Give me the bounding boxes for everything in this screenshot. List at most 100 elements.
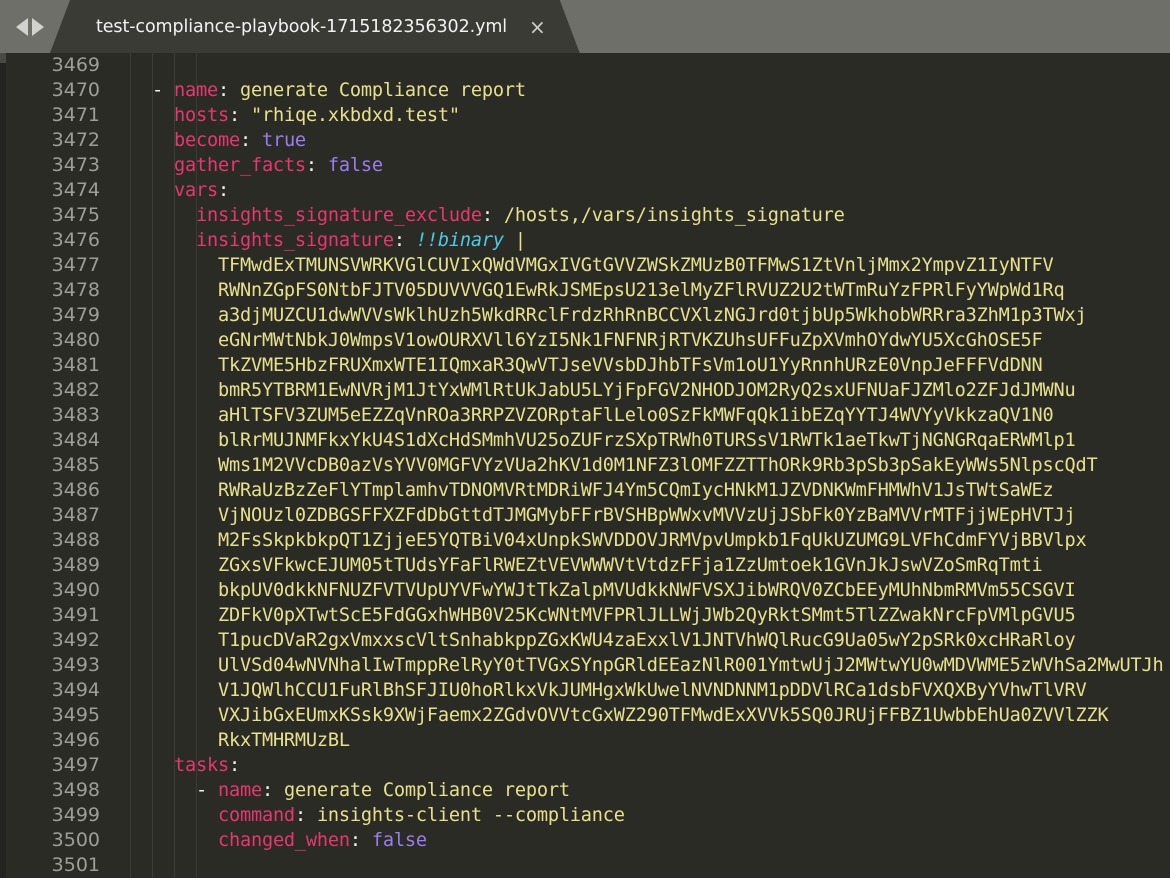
editor-tab[interactable]: test-compliance-playbook-1715182356302.y… — [50, 0, 580, 53]
code-line: 3490 bkpUV0dkkNFNUZFVTVUpUYVFwYWJtTkZalp… — [6, 578, 1170, 603]
line-content: gather_facts: false — [100, 153, 383, 178]
line-number: 3488 — [51, 529, 100, 551]
code-line: 3501 — [6, 853, 1170, 878]
close-icon[interactable]: × — [529, 17, 546, 37]
code-line-list: 3469 3470 - name: generate Compliance rep… — [6, 53, 1170, 878]
line-number: 3489 — [51, 554, 100, 576]
code-token: false — [327, 155, 383, 176]
line-content: - name: generate Compliance report — [100, 78, 526, 103]
code-line: 3469 — [6, 53, 1170, 78]
code-line: 3473 gather_facts: false — [6, 153, 1170, 178]
line-number: 3481 — [51, 354, 100, 376]
line-content: ZGxsVFkwcEJUM05tTUdsYFaFlRWEZtVEVWWWVtVt… — [100, 553, 1043, 578]
code-token: | — [514, 230, 526, 251]
code-line: 3483 aHlTSFV3ZUM5eEZZqVnROa3RRPZVZORptaF… — [6, 403, 1170, 428]
code-token: : — [217, 80, 240, 101]
line-number: 3473 — [51, 154, 100, 176]
line-content: bmR5YTBRM1EwNVRjM1JtYxWMlRtUkJabU5LYjFpF… — [100, 378, 1076, 403]
line-number: 3482 — [51, 379, 100, 401]
code-token: - — [130, 780, 218, 801]
code-line: 3472 become: true — [6, 128, 1170, 153]
line-number: 3479 — [51, 304, 100, 326]
code-content[interactable]: 3469 3470 - name: generate Compliance rep… — [6, 53, 1170, 878]
line-number: 3494 — [51, 679, 100, 701]
line-content: bkpUV0dkkNFNUZFVTVUpUYVFwYWJtTkZalpMVUdk… — [100, 578, 1076, 603]
code-line: 3479 a3djMUZCU1dwWVVsWklhUzh5WkdRRclFrdz… — [6, 303, 1170, 328]
code-token: eGNrMWtNbkJ0WmpsV1owOURXVll6YzI5Nk1FNFNR… — [217, 330, 1043, 351]
code-line: 3471 hosts: "rhiqe.xkbdxd.test" — [6, 103, 1170, 128]
line-number: 3478 — [51, 279, 100, 301]
nav-back-icon[interactable] — [16, 17, 28, 36]
line-number: 3501 — [51, 854, 100, 876]
line-number: 3486 — [51, 479, 100, 501]
line-number: 3476 — [51, 229, 100, 251]
code-line: 3484 blRrMUJNMFkxYkU4S1dXcHdSMmhVU25oZUF… — [6, 428, 1170, 453]
line-content: RWRaUzBzZeFlYTmplamhvTDNOMVRtMDRiWFJ4Ym5… — [100, 478, 1054, 503]
code-token: vars — [173, 180, 218, 201]
code-token: : — [217, 180, 229, 201]
code-token: VjNOUzl0ZDBGSFFXZFdDbGttdTJMGMybFFrBVSHB… — [217, 505, 1076, 526]
line-content: aHlTSFV3ZUM5eEZZqVnROa3RRPZVZORptaFlLelo… — [100, 403, 1054, 428]
code-token: : — [261, 780, 284, 801]
code-editor[interactable]: 3469 3470 - name: generate Compliance rep… — [0, 53, 1170, 878]
line-number: 3469 — [51, 54, 100, 76]
code-token: : — [294, 805, 317, 826]
code-token: hosts — [173, 105, 229, 126]
code-token: RWRaUzBzZeFlYTmplamhvTDNOMVRtMDRiWFJ4Ym5… — [217, 480, 1054, 501]
code-token: Wms1M2VVcDB0azVsYVV0MGFVYzVUa2hKV1d0M1NF… — [217, 455, 1098, 476]
line-content: insights_signature: !!binary | — [100, 228, 526, 253]
line-number: 3472 — [51, 129, 100, 151]
line-content: tasks: — [100, 753, 240, 778]
code-line: 3486 RWRaUzBzZeFlYTmplamhvTDNOMVRtMDRiWF… — [6, 478, 1170, 503]
line-content: become: true — [100, 128, 306, 153]
line-content: hosts: "rhiqe.xkbdxd.test" — [100, 103, 460, 128]
code-token: insights_signature — [195, 230, 394, 251]
line-content: VXJibGxEUmxKSsk9XWjFaemx2ZGdvOVVtcGxWZ29… — [100, 703, 1109, 728]
code-line: 3498 - name: generate Compliance report — [6, 778, 1170, 803]
line-content: a3djMUZCU1dwWVVsWklhUzh5WkdRRclFrdzRhRnB… — [100, 303, 1087, 328]
code-line: 3497 tasks: — [6, 753, 1170, 778]
code-token: UlVSd04wNVNhalIwTmppRelRyY0tTVGxSYnpGRld… — [217, 655, 1164, 676]
code-token: !!binary — [415, 230, 504, 251]
code-token: generate Compliance report — [283, 780, 570, 801]
line-number: 3497 — [51, 754, 100, 776]
line-content: TkZVME5HbzFRUXmxWTE1IQmxaR3QwVTJseVVsbDJ… — [100, 353, 1043, 378]
code-token: tasks — [173, 755, 229, 776]
line-number: 3485 — [51, 454, 100, 476]
code-line: 3492 T1pucDVaR2gxVmxxscVltSnhabkppZGxKWU… — [6, 628, 1170, 653]
code-token: /hosts,/vars/insights_signature — [503, 205, 845, 226]
line-content: Wms1M2VVcDB0azVsYVV0MGFVYzVUa2hKV1d0M1NF… — [100, 453, 1098, 478]
line-content: RkxTMHRMUzBL — [100, 728, 350, 753]
code-token: true — [261, 130, 306, 151]
code-token: : — [349, 830, 372, 851]
code-line: 3476 insights_signature: !!binary | — [6, 228, 1170, 253]
line-number: 3496 — [51, 729, 100, 751]
line-number: 3500 — [51, 829, 100, 851]
line-content: RWNnZGpFS0NtbFJTV05DUVVVGQ1EwRkJSMEpsU21… — [100, 278, 1065, 303]
nav-forward-icon[interactable] — [32, 17, 44, 36]
code-token: a3djMUZCU1dwWVVsWklhUzh5WkdRRclFrdzRhRnB… — [217, 305, 1087, 326]
code-token: : — [305, 155, 328, 176]
line-content: blRrMUJNMFkxYkU4S1dXcHdSMmhVU25oZUFrzSXp… — [100, 428, 1076, 453]
line-number: 3470 — [51, 79, 100, 101]
code-token: become — [173, 130, 240, 151]
line-number: 3495 — [51, 704, 100, 726]
